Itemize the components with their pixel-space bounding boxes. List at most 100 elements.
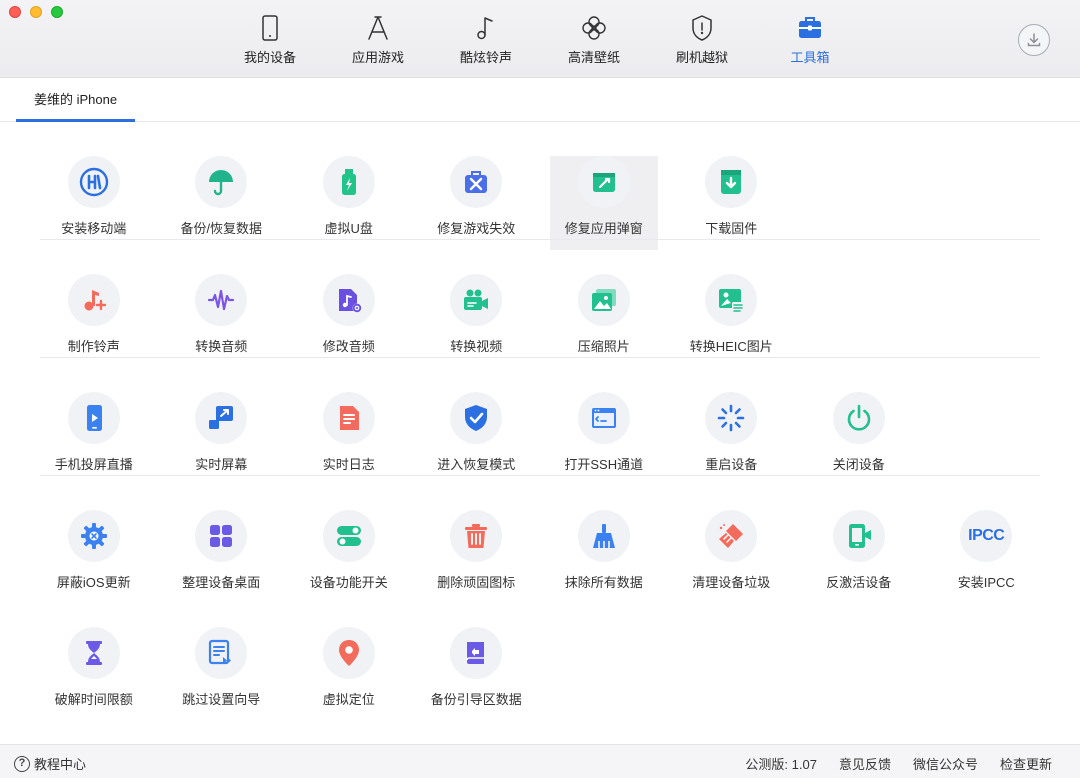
restart-spinner-icon — [717, 404, 745, 432]
device-tab-bar: 姜维的 iPhone — [0, 78, 1080, 122]
tool-convert-video[interactable]: 转换视频 — [413, 240, 541, 358]
nav-label: 酷炫铃声 — [459, 50, 512, 65]
tool-shutdown-device[interactable]: 关闭设备 — [795, 358, 923, 476]
heic-convert-icon — [719, 289, 745, 312]
tool-label: 清理设备垃圾 — [692, 575, 771, 590]
device-tab[interactable]: 姜维的 iPhone — [16, 78, 135, 122]
tool-label: 虚拟U盘 — [324, 221, 373, 236]
toolbox-icon — [799, 17, 821, 38]
tool-convert-audio[interactable]: 转换音频 — [158, 240, 286, 358]
tool-label: 手机投屏直播 — [54, 457, 133, 472]
tool-row: 安装移动端 备份/恢复数据 虚拟U盘 修复游戏失效 修复应用弹窗 下载固件 — [30, 122, 1052, 250]
tool-label: 修改音频 — [322, 339, 375, 354]
tool-row: 手机投屏直播 实时屏幕 实时日志 进入恢复模式 打开SSH通道 重启设备 关闭设… — [30, 358, 1052, 476]
tool-label: 转换音频 — [195, 339, 248, 354]
main-nav: 我的设备 应用游戏 酷炫铃声 高清壁纸 刷机越狱 工具箱 — [216, 0, 864, 78]
waveform-icon — [208, 289, 235, 311]
photo-compress-icon — [591, 289, 616, 311]
tool-realtime-log[interactable]: 实时日志 — [285, 358, 413, 476]
nav-apps-games[interactable]: 应用游戏 — [324, 0, 432, 78]
version-label: 公测版: 1.07 — [745, 757, 817, 772]
window-controls — [9, 6, 63, 18]
tool-open-ssh[interactable]: 打开SSH通道 — [540, 358, 668, 476]
feedback-link[interactable]: 意见反馈 — [839, 754, 891, 773]
hourglass-icon — [85, 641, 102, 665]
tool-fix-app-popup[interactable]: 修复应用弹窗 — [540, 122, 668, 250]
download-manager-button[interactable] — [1018, 24, 1050, 56]
tool-compress-photo[interactable]: 压缩照片 — [540, 240, 668, 358]
tool-clean-junk[interactable]: 清理设备垃圾 — [668, 476, 796, 594]
block-update-gear-icon — [80, 523, 107, 549]
tool-label: 虚拟定位 — [322, 692, 375, 707]
nav-wallpapers[interactable]: 高清壁纸 — [540, 0, 648, 78]
tool-row: 屏蔽iOS更新 整理设备桌面 设备功能开关 删除顽固图标 抹除所有数据 清理设备… — [30, 476, 1052, 594]
repair-kit-icon — [465, 171, 488, 193]
tool-label: 设备功能开关 — [309, 575, 388, 590]
tool-screen-cast-live[interactable]: 手机投屏直播 — [30, 358, 158, 476]
tool-backup-boot-data[interactable]: 备份引导区数据 — [413, 593, 541, 711]
tool-feature-switches[interactable]: 设备功能开关 — [285, 476, 413, 594]
tool-bypass-screen-time[interactable]: 破解时间限额 — [30, 593, 158, 711]
deactivate-phone-icon — [848, 524, 871, 548]
log-file-icon — [339, 406, 359, 430]
nav-toolbox[interactable]: 工具箱 — [756, 0, 864, 78]
tutorial-center-link[interactable]: ? 教程中心 — [14, 754, 86, 773]
skip-setup-icon — [209, 639, 232, 665]
status-bar: ? 教程中心 公测版: 1.07 意见反馈 微信公众号 检查更新 — [0, 744, 1080, 778]
tool-label: 跳过设置向导 — [182, 692, 261, 707]
tool-label: 关闭设备 — [832, 457, 885, 472]
trash-icon — [465, 524, 488, 548]
tool-realtime-screen[interactable]: 实时屏幕 — [158, 358, 286, 476]
tool-make-ringtone[interactable]: 制作铃声 — [30, 240, 158, 358]
tool-edit-audio[interactable]: 修改音频 — [285, 240, 413, 358]
tool-label: 屏蔽iOS更新 — [56, 575, 131, 590]
tool-label: 打开SSH通道 — [564, 457, 644, 472]
nav-my-device[interactable]: 我的设备 — [216, 0, 324, 78]
boot-backup-icon — [466, 642, 485, 664]
tool-download-firmware[interactable]: 下载固件 — [668, 122, 796, 240]
check-update-link[interactable]: 检查更新 — [1000, 754, 1052, 773]
location-pin-icon — [338, 640, 359, 666]
tool-install-ipcc[interactable]: IPCC 安装IPCC — [923, 476, 1051, 594]
tutorial-center-label: 教程中心 — [34, 757, 87, 772]
tool-virtual-usb[interactable]: 虚拟U盘 — [285, 122, 413, 240]
ringtone-icon — [84, 290, 106, 311]
tool-install-mobile[interactable]: 安装移动端 — [30, 122, 158, 240]
tool-deactivate-device[interactable]: 反激活设备 — [795, 476, 923, 594]
tool-label: 修复应用弹窗 — [564, 221, 643, 236]
nav-label: 应用游戏 — [351, 50, 404, 65]
download-icon — [1027, 33, 1041, 47]
tool-backup-restore[interactable]: 备份/恢复数据 — [158, 122, 286, 240]
umbrella-icon — [209, 170, 234, 196]
nav-flash-jailbreak[interactable]: 刷机越狱 — [648, 0, 756, 78]
maximize-window-button[interactable] — [51, 6, 63, 18]
close-window-button[interactable] — [9, 6, 21, 18]
tool-organize-desktop[interactable]: 整理设备桌面 — [158, 476, 286, 594]
tool-skip-setup[interactable]: 跳过设置向导 — [158, 593, 286, 711]
tool-restart-device[interactable]: 重启设备 — [668, 358, 796, 476]
tool-label: 反激活设备 — [826, 575, 892, 590]
usb-drive-icon — [341, 169, 356, 195]
desktop-grid-icon — [210, 525, 233, 547]
tool-delete-stubborn-icons[interactable]: 删除顽固图标 — [413, 476, 541, 594]
tool-convert-heic[interactable]: 转换HEIC图片 — [668, 240, 796, 358]
nav-ringtones[interactable]: 酷炫铃声 — [432, 0, 540, 78]
tool-block-ios-update[interactable]: 屏蔽iOS更新 — [30, 476, 158, 594]
tool-label: 备份引导区数据 — [430, 692, 522, 707]
tool-label: 实时日志 — [322, 457, 375, 472]
tool-label: 删除顽固图标 — [437, 575, 516, 590]
realtime-screen-icon — [209, 406, 234, 429]
screen-cast-icon — [86, 405, 102, 431]
minimize-window-button[interactable] — [30, 6, 42, 18]
music-note-icon — [477, 17, 493, 40]
tool-label: 制作铃声 — [67, 339, 120, 354]
ipcc-icon: IPCC — [968, 527, 1005, 544]
tool-recovery-mode[interactable]: 进入恢复模式 — [413, 358, 541, 476]
wechat-account-link[interactable]: 微信公众号 — [913, 754, 978, 773]
tool-virtual-location[interactable]: 虚拟定位 — [285, 593, 413, 711]
tool-fix-game[interactable]: 修复游戏失效 — [413, 122, 541, 240]
tool-erase-all-data[interactable]: 抹除所有数据 — [540, 476, 668, 594]
flower-icon — [582, 16, 606, 40]
broom-icon — [592, 524, 615, 548]
tool-row: 制作铃声 转换音频 修改音频 转换视频 压缩照片 转换HEIC图片 — [30, 240, 1052, 358]
